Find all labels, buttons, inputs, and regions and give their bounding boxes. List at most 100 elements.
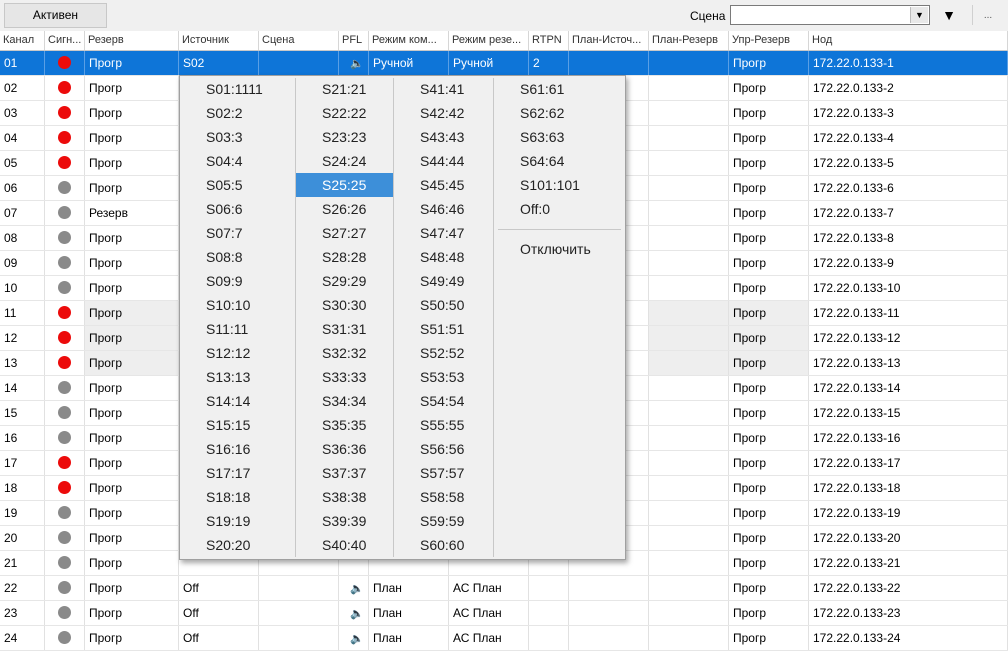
cell-scene[interactable] xyxy=(259,626,339,650)
table-row[interactable]: 01 Прогр S02 🔈 Ручной Ручной 2 Прогр 172.22.0.13… xyxy=(0,51,1008,76)
cell-node[interactable]: 172.22.0.133-15 xyxy=(809,401,1008,425)
cell-reserve[interactable]: Прогр xyxy=(85,526,179,550)
cell-node[interactable]: 172.22.0.133-12 xyxy=(809,326,1008,350)
menu-item-source[interactable]: S11:11 xyxy=(180,317,295,341)
cell-plan-reserve[interactable] xyxy=(649,426,729,450)
cell-upr-reserve[interactable]: Прогр xyxy=(729,251,809,275)
cell-signal[interactable] xyxy=(45,576,85,600)
cell-scene[interactable] xyxy=(259,576,339,600)
cell-node[interactable]: 172.22.0.133-1 xyxy=(809,51,1008,75)
cell-plan-reserve[interactable] xyxy=(649,551,729,575)
menu-item-source[interactable]: S15:15 xyxy=(180,413,295,437)
menu-item-source[interactable]: S56:56 xyxy=(394,437,493,461)
cell-node[interactable]: 172.22.0.133-24 xyxy=(809,626,1008,650)
menu-item-source[interactable]: S10:10 xyxy=(180,293,295,317)
menu-item-source[interactable]: S07:7 xyxy=(180,221,295,245)
filter-dropdown-icon[interactable]: ▼ xyxy=(936,5,962,25)
cell-signal[interactable] xyxy=(45,376,85,400)
cell-mode-com[interactable]: Ручной xyxy=(369,51,449,75)
cell-node[interactable]: 172.22.0.133-18 xyxy=(809,476,1008,500)
cell-channel[interactable]: 22 xyxy=(0,576,45,600)
cell-reserve[interactable]: Прогр xyxy=(85,626,179,650)
cell-signal[interactable] xyxy=(45,176,85,200)
speaker-icon[interactable]: 🔈 xyxy=(350,602,364,625)
cell-reserve[interactable]: Прогр xyxy=(85,551,179,575)
cell-plan-reserve[interactable] xyxy=(649,201,729,225)
cell-channel[interactable]: 06 xyxy=(0,176,45,200)
menu-item-source[interactable]: S44:44 xyxy=(394,149,493,173)
menu-item-source[interactable]: S55:55 xyxy=(394,413,493,437)
cell-upr-reserve[interactable]: Прогр xyxy=(729,76,809,100)
cell-node[interactable]: 172.22.0.133-21 xyxy=(809,551,1008,575)
active-button[interactable]: Активен xyxy=(4,3,107,28)
cell-channel[interactable]: 18 xyxy=(0,476,45,500)
cell-channel[interactable]: 13 xyxy=(0,351,45,375)
cell-reserve[interactable]: Прогр xyxy=(85,101,179,125)
cell-reserve[interactable]: Прогр xyxy=(85,126,179,150)
cell-plan-reserve[interactable] xyxy=(649,51,729,75)
cell-reserve[interactable]: Прогр xyxy=(85,176,179,200)
cell-channel[interactable]: 17 xyxy=(0,451,45,475)
cell-plan-reserve[interactable] xyxy=(649,126,729,150)
cell-node[interactable]: 172.22.0.133-5 xyxy=(809,151,1008,175)
cell-mode-com[interactable]: План xyxy=(369,626,449,650)
cell-node[interactable]: 172.22.0.133-16 xyxy=(809,426,1008,450)
cell-channel[interactable]: 04 xyxy=(0,126,45,150)
cell-upr-reserve[interactable]: Прогр xyxy=(729,276,809,300)
cell-signal[interactable] xyxy=(45,276,85,300)
cell-mode-res[interactable]: АС План xyxy=(449,576,529,600)
cell-node[interactable]: 172.22.0.133-20 xyxy=(809,526,1008,550)
column-header-plan-reserve[interactable]: План-Резерв xyxy=(649,31,729,50)
menu-item-source[interactable]: S42:42 xyxy=(394,101,493,125)
table-row[interactable]: 24 Прогр Off 🔈 План АС План Прогр 172.22.0.133-… xyxy=(0,626,1008,651)
menu-item-source[interactable]: S48:48 xyxy=(394,245,493,269)
more-button[interactable]: ... xyxy=(972,5,1003,25)
cell-reserve[interactable]: Прогр xyxy=(85,51,179,75)
menu-item-source[interactable]: S27:27 xyxy=(296,221,393,245)
menu-item-source[interactable]: S26:26 xyxy=(296,197,393,221)
cell-plan-reserve[interactable] xyxy=(649,526,729,550)
menu-item-source[interactable]: S25:25 xyxy=(296,173,393,197)
cell-upr-reserve[interactable]: Прогр xyxy=(729,301,809,325)
cell-signal[interactable] xyxy=(45,426,85,450)
cell-reserve[interactable]: Прогр xyxy=(85,576,179,600)
menu-item-source[interactable]: S19:19 xyxy=(180,509,295,533)
cell-upr-reserve[interactable]: Прогр xyxy=(729,376,809,400)
cell-channel[interactable]: 23 xyxy=(0,601,45,625)
cell-reserve[interactable]: Прогр xyxy=(85,76,179,100)
cell-signal[interactable] xyxy=(45,326,85,350)
cell-upr-reserve[interactable]: Прогр xyxy=(729,151,809,175)
menu-item-source[interactable]: S28:28 xyxy=(296,245,393,269)
cell-upr-reserve[interactable]: Прогр xyxy=(729,451,809,475)
cell-upr-reserve[interactable]: Прогр xyxy=(729,101,809,125)
menu-item-source[interactable]: S46:46 xyxy=(394,197,493,221)
column-header-plan-source[interactable]: План-Источ... xyxy=(569,31,649,50)
cell-mode-res[interactable]: АС План xyxy=(449,626,529,650)
cell-plan-reserve[interactable] xyxy=(649,626,729,650)
menu-item-source[interactable]: S08:8 xyxy=(180,245,295,269)
cell-node[interactable]: 172.22.0.133-8 xyxy=(809,226,1008,250)
column-header-signal[interactable]: Сигн... xyxy=(45,31,85,50)
cell-rtpn[interactable] xyxy=(529,601,569,625)
cell-plan-reserve[interactable] xyxy=(649,376,729,400)
cell-pfl[interactable]: 🔈 xyxy=(339,576,369,600)
cell-plan-reserve[interactable] xyxy=(649,176,729,200)
cell-node[interactable]: 172.22.0.133-3 xyxy=(809,101,1008,125)
menu-item-source[interactable]: S39:39 xyxy=(296,509,393,533)
column-header-scene[interactable]: Сцена xyxy=(259,31,339,50)
cell-reserve[interactable]: Резерв xyxy=(85,201,179,225)
cell-reserve[interactable]: Прогр xyxy=(85,401,179,425)
menu-item-source[interactable]: S12:12 xyxy=(180,341,295,365)
cell-upr-reserve[interactable]: Прогр xyxy=(729,551,809,575)
menu-item-source[interactable]: S54:54 xyxy=(394,389,493,413)
speaker-icon[interactable]: 🔈 xyxy=(350,627,364,650)
cell-channel[interactable]: 09 xyxy=(0,251,45,275)
cell-signal[interactable] xyxy=(45,526,85,550)
cell-signal[interactable] xyxy=(45,601,85,625)
cell-channel[interactable]: 07 xyxy=(0,201,45,225)
menu-item-source[interactable]: S13:13 xyxy=(180,365,295,389)
menu-item-source[interactable]: S51:51 xyxy=(394,317,493,341)
menu-item-source[interactable]: S23:23 xyxy=(296,125,393,149)
cell-reserve[interactable]: Прогр xyxy=(85,376,179,400)
cell-mode-com[interactable]: План xyxy=(369,576,449,600)
